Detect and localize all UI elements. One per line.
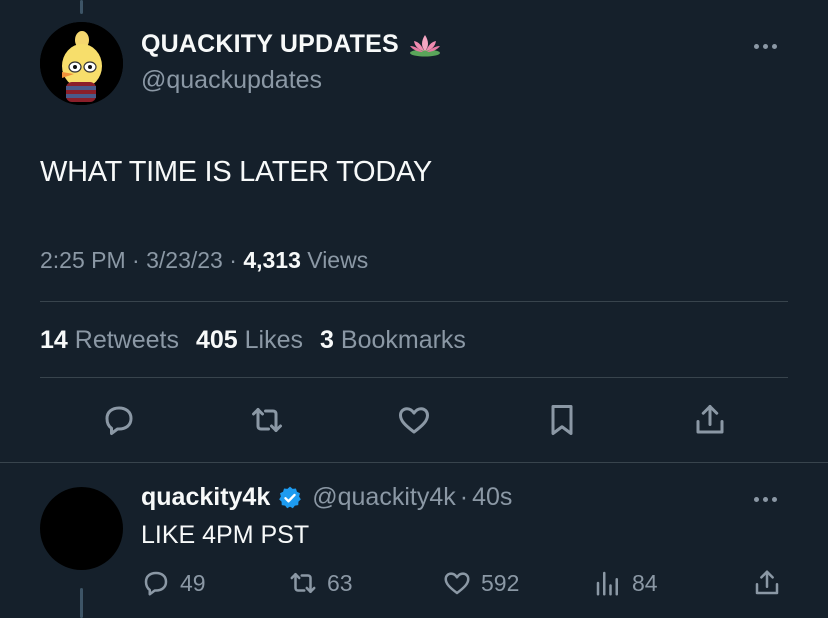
like-button[interactable] [394, 400, 434, 440]
tweet-text: WHAT TIME IS LATER TODAY [40, 156, 432, 188]
bookmarks-stat[interactable]: 3 Bookmarks [320, 326, 466, 355]
reply-time[interactable]: 40s [472, 483, 512, 512]
avatar[interactable] [40, 22, 123, 105]
retweet-button[interactable] [247, 400, 287, 440]
more-options-icon[interactable] [754, 44, 777, 49]
share-icon [755, 570, 779, 595]
engagement-stats: 14 Retweets 405 Likes 3 Bookmarks [40, 326, 466, 355]
divider [40, 377, 788, 378]
reply-avatar[interactable] [40, 487, 123, 570]
reply-button[interactable] [99, 400, 139, 440]
section-divider [0, 462, 828, 463]
like-icon [399, 407, 429, 434]
like-count: 592 [481, 569, 520, 596]
reply-retweet-button[interactable]: 63 [288, 568, 353, 598]
bookmark-button[interactable] [542, 400, 582, 440]
author-name-row: QUACKITY UPDATES [141, 30, 442, 59]
retweet-icon [290, 573, 316, 593]
thread-line-bottom [80, 588, 83, 618]
author-handle[interactable]: @quackupdates [141, 66, 322, 95]
duck-avatar-image [40, 22, 123, 105]
retweet-icon [252, 408, 282, 432]
display-name[interactable]: QUACKITY UPDATES [141, 30, 399, 59]
reply-share-button[interactable] [752, 568, 782, 598]
divider [40, 301, 788, 302]
retweet-count: 63 [327, 569, 353, 596]
tweet-date[interactable]: 3/23/23 [146, 247, 223, 273]
reply-count: 49 [180, 569, 206, 596]
retweets-stat[interactable]: 14 Retweets [40, 326, 179, 355]
reply-handle[interactable]: @quackity4k [312, 483, 456, 512]
reply-reply-button[interactable]: 49 [141, 568, 206, 598]
separator-dot: · [459, 483, 469, 511]
views-label: Views [307, 247, 369, 273]
share-icon [696, 405, 724, 434]
thread-line-top [80, 0, 83, 14]
tweet-meta: 2:25 PM · 3/23/23 · 4,313 Views [40, 247, 369, 273]
views-count: 4,313 [243, 247, 301, 273]
reply-more-options-icon[interactable] [754, 497, 777, 502]
reply-like-button[interactable]: 592 [442, 568, 519, 598]
reply-text: LIKE 4PM PST [141, 521, 310, 549]
views-count: 84 [632, 569, 658, 596]
tweet-time[interactable]: 2:25 PM [40, 247, 126, 273]
share-button[interactable] [690, 400, 730, 440]
reply-header: quackity4k @quackity4k · 40s [141, 483, 512, 512]
reply-icon [144, 571, 168, 596]
reply-icon [105, 406, 133, 435]
likes-stat[interactable]: 405 Likes [196, 326, 303, 355]
reply-display-name[interactable]: quackity4k [141, 483, 270, 512]
reply-views-button[interactable]: 84 [593, 568, 658, 598]
views-icon [596, 571, 618, 596]
verified-badge-icon[interactable] [277, 485, 303, 511]
like-icon [444, 572, 470, 595]
lotus-icon [409, 34, 440, 56]
bookmark-icon [551, 405, 573, 435]
